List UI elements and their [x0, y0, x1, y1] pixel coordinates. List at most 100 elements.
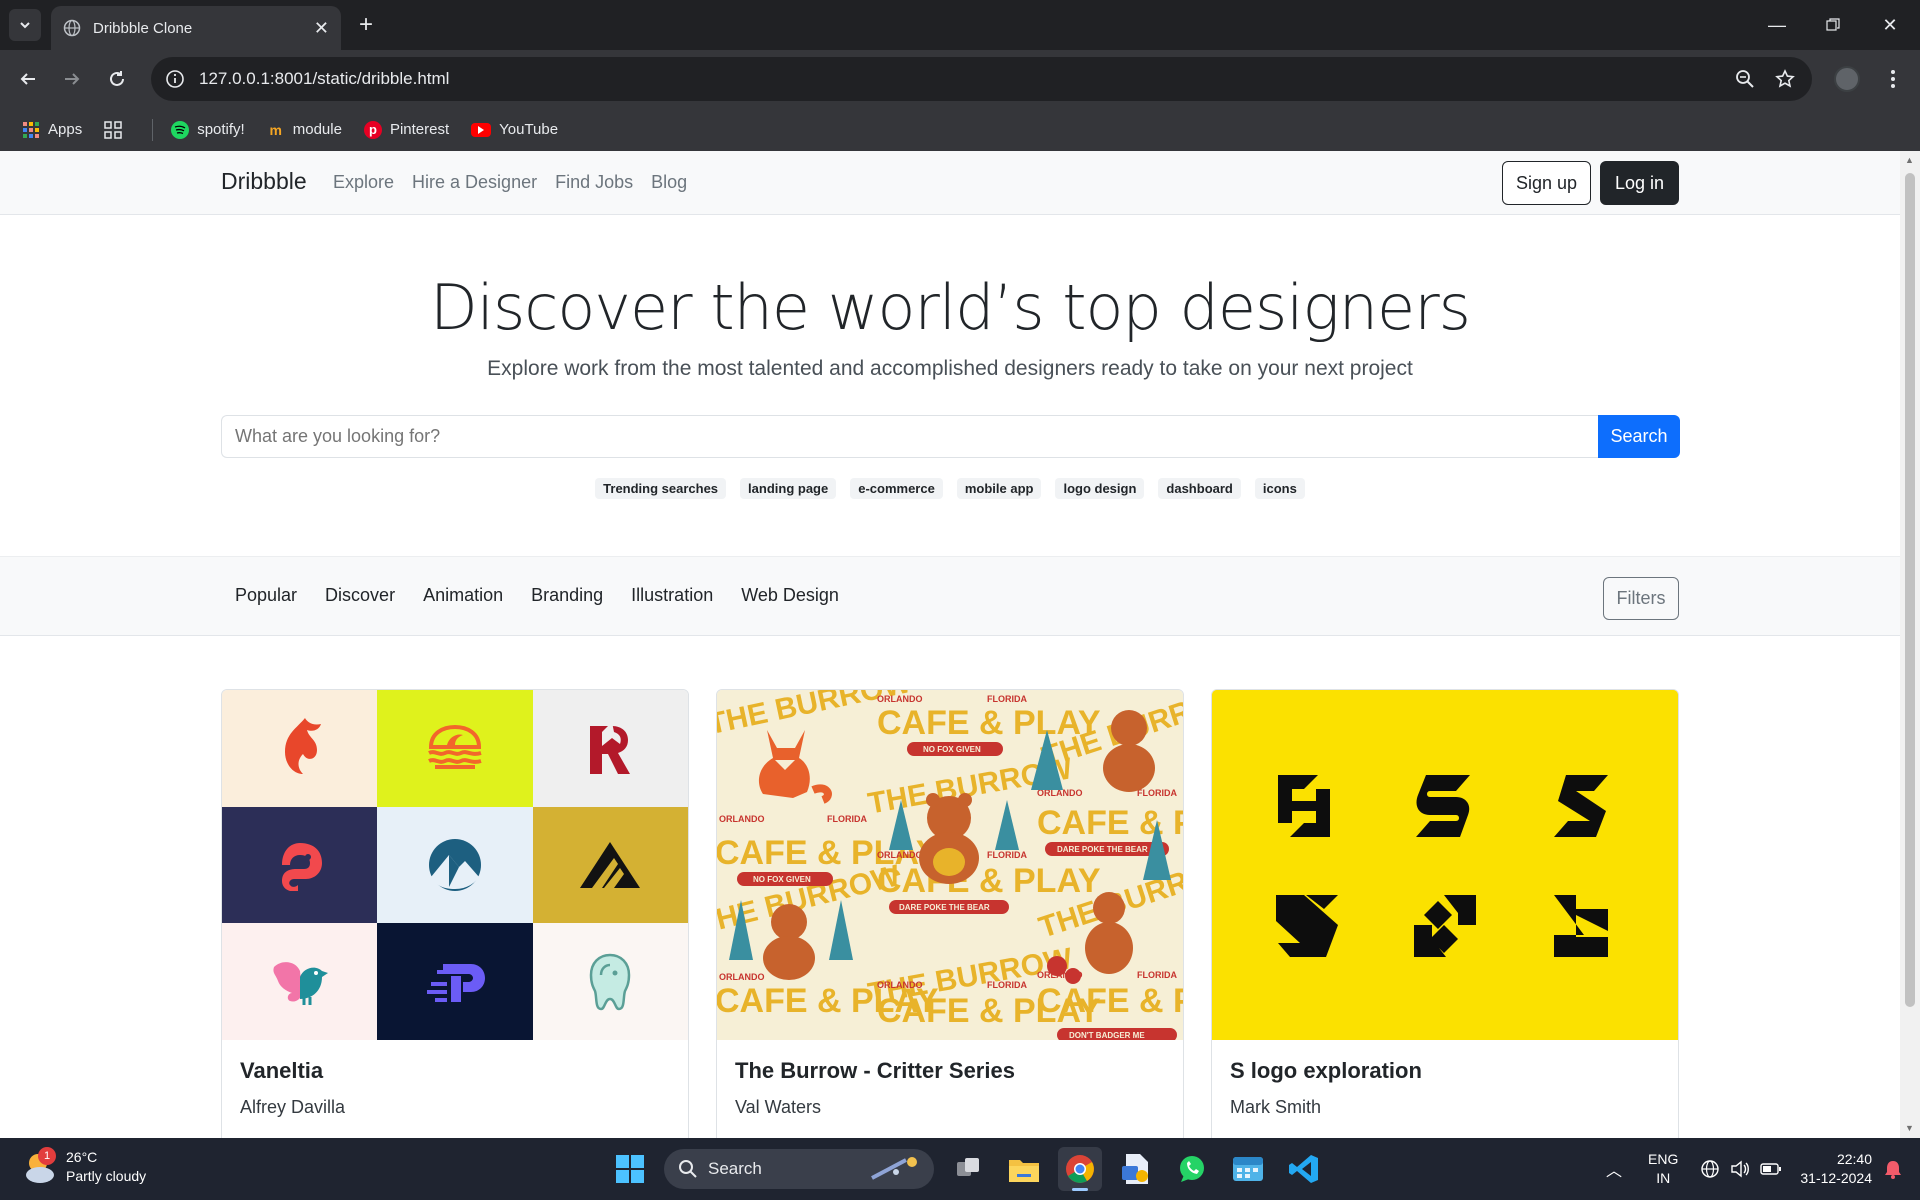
shot-card[interactable]: THE BURROW THE BURROW THE BURROW THE BUR…: [716, 689, 1184, 1138]
file-app-button[interactable]: [1114, 1147, 1158, 1191]
shot-image[interactable]: THE BURROW THE BURROW THE BURROW THE BUR…: [717, 690, 1183, 1040]
taskbar-search[interactable]: Search: [664, 1149, 934, 1189]
scroll-thumb[interactable]: [1905, 173, 1915, 1007]
start-button[interactable]: [608, 1147, 652, 1191]
tab-popular[interactable]: Popular: [235, 585, 297, 606]
tab-animation[interactable]: Animation: [423, 585, 503, 606]
bookmark-apps[interactable]: Apps: [22, 121, 82, 139]
burrow-cafe-text: CAFE & PLAY: [877, 704, 1101, 742]
vscode-button[interactable]: [1282, 1147, 1326, 1191]
burger-wave-logo-icon: [377, 690, 533, 807]
shot-card[interactable]: Vaneltia Alfrey Davilla: [221, 689, 689, 1138]
weather-notification-badge: 1: [38, 1147, 56, 1165]
search-input[interactable]: [221, 415, 1598, 458]
shot-author[interactable]: Alfrey Davilla: [240, 1097, 345, 1118]
browser-tab[interactable]: Dribbble Clone ✕: [51, 6, 341, 50]
tab-illustration[interactable]: Illustration: [631, 585, 713, 606]
burrow-small-text: FLORIDA: [827, 814, 867, 824]
mountain-circle-logo-icon: [377, 806, 533, 924]
shot-author[interactable]: Val Waters: [735, 1097, 821, 1118]
nav-link-hire-designer[interactable]: Hire a Designer: [412, 172, 537, 193]
ribbon-text: NO FOX GIVEN: [923, 745, 981, 754]
shot-title[interactable]: S logo exploration: [1230, 1058, 1422, 1084]
forward-button[interactable]: [57, 64, 87, 94]
url-text[interactable]: 127.0.0.1:8001/static/dribble.html: [199, 69, 449, 89]
chrome-taskbar-button[interactable]: [1058, 1147, 1102, 1191]
shot-title[interactable]: Vaneltia: [240, 1058, 323, 1084]
restore-button[interactable]: [1805, 0, 1861, 50]
nav-link-find-jobs[interactable]: Find Jobs: [555, 172, 633, 193]
task-view-button[interactable]: [946, 1147, 990, 1191]
reload-button[interactable]: [102, 64, 132, 94]
ribbon-text: DARE POKE THE BEAR: [899, 903, 990, 912]
burrow-small-text: ORLANDO: [877, 980, 923, 990]
calendar-app-button[interactable]: [1226, 1147, 1270, 1191]
burrow-small-text: ORLANDO: [719, 814, 765, 824]
shot-image[interactable]: [222, 690, 688, 1040]
profile-avatar[interactable]: [1834, 66, 1860, 92]
shot-image[interactable]: [1212, 690, 1678, 1040]
bookmark-separator: [152, 118, 154, 141]
trending-tag[interactable]: logo design: [1055, 478, 1145, 499]
brand-logo[interactable]: Dribbble: [221, 168, 307, 195]
bookmark-spotify[interactable]: spotify!: [171, 120, 245, 139]
notification-bell-icon[interactable]: [1884, 1159, 1902, 1179]
tab-search-button[interactable]: [9, 9, 41, 41]
bookmark-youtube[interactable]: YouTube: [471, 121, 558, 138]
document-app-icon: [1122, 1154, 1148, 1184]
weather-widget[interactable]: 1 26°C Partly cloudy: [22, 1147, 146, 1186]
trending-tag[interactable]: dashboard: [1158, 478, 1241, 499]
back-button[interactable]: [13, 64, 43, 94]
bookmark-tab-groups[interactable]: [104, 120, 130, 139]
clock[interactable]: 22:40 31-12-2024: [1800, 1150, 1872, 1188]
filters-button[interactable]: Filters: [1603, 577, 1679, 620]
file-explorer-button[interactable]: [1002, 1147, 1046, 1191]
zoom-button[interactable]: [1730, 64, 1760, 94]
trending-tag[interactable]: landing page: [740, 478, 837, 499]
menu-button[interactable]: [1878, 64, 1908, 94]
whatsapp-button[interactable]: [1170, 1147, 1214, 1191]
bookmark-label: module: [292, 121, 342, 138]
ribbon-text: DON'T BADGER ME: [1069, 1031, 1145, 1040]
clock-date: 31-12-2024: [1800, 1170, 1872, 1186]
tab-discover[interactable]: Discover: [325, 585, 395, 606]
page-scrollbar[interactable]: ▲ ▼: [1900, 151, 1920, 1138]
close-tab-icon[interactable]: ✕: [314, 18, 329, 39]
network-globe-icon[interactable]: [1700, 1159, 1720, 1179]
signup-button[interactable]: Sign up: [1502, 161, 1591, 205]
trending-tag[interactable]: e-commerce: [850, 478, 943, 499]
shot-title[interactable]: The Burrow - Critter Series: [735, 1058, 1015, 1084]
login-button[interactable]: Log in: [1600, 161, 1679, 205]
trending-tag[interactable]: icons: [1254, 478, 1305, 499]
pinterest-icon: p: [363, 120, 382, 139]
reload-icon: [110, 71, 124, 86]
burrow-small-text: ORLANDO: [877, 850, 923, 860]
battery-icon[interactable]: [1760, 1159, 1782, 1179]
close-window-button[interactable]: ✕: [1862, 0, 1918, 50]
scroll-up-icon[interactable]: ▲: [1905, 155, 1914, 165]
bookmark-pinterest[interactable]: p Pinterest: [363, 120, 449, 139]
tab-title: Dribbble Clone: [93, 19, 193, 37]
search-button[interactable]: Search: [1598, 415, 1680, 458]
bookmark-module[interactable]: m module: [267, 121, 342, 139]
chevron-up-icon[interactable]: ︿: [1606, 1157, 1622, 1181]
language-indicator[interactable]: ENG IN: [1648, 1150, 1678, 1188]
nav-link-blog[interactable]: Blog: [651, 172, 687, 193]
new-tab-button[interactable]: +: [352, 11, 380, 39]
burrow-small-text: FLORIDA: [987, 980, 1027, 990]
bookmark-star-button[interactable]: [1770, 64, 1800, 94]
trending-tag[interactable]: mobile app: [956, 478, 1042, 499]
site-info-icon[interactable]: [165, 69, 185, 89]
scroll-down-icon[interactable]: ▼: [1905, 1123, 1914, 1133]
minimize-button[interactable]: —: [1749, 0, 1805, 50]
volume-icon[interactable]: [1730, 1159, 1750, 1179]
s-logo-mark: [1276, 895, 1338, 957]
nav-link-explore[interactable]: Explore: [333, 172, 394, 193]
shot-author[interactable]: Mark Smith: [1230, 1097, 1321, 1118]
shot-card[interactable]: S logo exploration Mark Smith: [1211, 689, 1679, 1138]
tab-branding[interactable]: Branding: [531, 585, 603, 606]
site-navbar: Dribbble Explore Hire a Designer Find Jo…: [0, 151, 1900, 215]
tab-web-design[interactable]: Web Design: [741, 585, 839, 606]
address-bar[interactable]: 127.0.0.1:8001/static/dribble.html: [151, 57, 1812, 101]
tab-bar: Dribbble Clone ✕ + — ✕: [0, 0, 1920, 50]
